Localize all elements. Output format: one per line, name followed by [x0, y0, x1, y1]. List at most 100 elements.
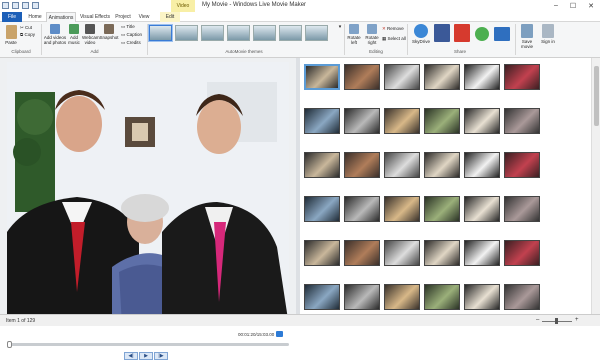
redo-icon[interactable]: [32, 2, 39, 9]
storyboard-clip-thumbnail[interactable]: [504, 284, 540, 310]
tab-visual-effects[interactable]: Visual Effects: [78, 12, 112, 22]
add-music-button[interactable]: Add music: [67, 24, 81, 45]
storyboard-clip-thumbnail[interactable]: [504, 64, 540, 90]
select-all-button[interactable]: ▦ Select all: [382, 36, 406, 41]
sign-in-button[interactable]: Sign in: [540, 24, 556, 44]
tab-view[interactable]: View: [136, 12, 152, 22]
next-frame-button[interactable]: |▶: [154, 352, 168, 360]
zoom-handle[interactable]: [555, 318, 558, 324]
music-icon: [69, 24, 79, 34]
title-button[interactable]: ▭ Title: [121, 24, 135, 29]
zoom-in-button[interactable]: +: [575, 317, 579, 323]
storyboard-clip-thumbnail[interactable]: [304, 284, 340, 310]
timecode-display: 00:01:20/15:03.00: [238, 332, 275, 337]
app-menu-icon[interactable]: [2, 2, 9, 9]
storyboard-scrollbar[interactable]: [591, 58, 600, 314]
scrollbar-thumb[interactable]: [594, 66, 599, 126]
storyboard-clip-thumbnail[interactable]: [384, 284, 420, 310]
seek-handle[interactable]: [7, 341, 12, 348]
storyboard-clip-thumbnail[interactable]: [344, 64, 380, 90]
storyboard-clip-thumbnail[interactable]: [344, 108, 380, 134]
theme-thumbnail[interactable]: [305, 25, 328, 41]
snapshot-label: Snapshot: [99, 35, 119, 40]
credits-button[interactable]: ▭ Credits: [121, 40, 141, 45]
storyboard-clip-thumbnail[interactable]: [424, 108, 460, 134]
theme-thumbnail[interactable]: [175, 25, 198, 41]
storyboard-clip-thumbnail[interactable]: [464, 64, 500, 90]
tab-home[interactable]: Home: [24, 12, 46, 22]
skydrive-button[interactable]: SkyDrive: [410, 24, 432, 44]
storyboard-clip-thumbnail[interactable]: [304, 64, 340, 90]
storyboard-clip-thumbnail[interactable]: [504, 108, 540, 134]
add-videos-photos-button[interactable]: Add videos and photos: [43, 24, 67, 45]
add-videos-label: Add videos and photos: [43, 35, 67, 45]
undo-icon[interactable]: [22, 2, 29, 9]
storyboard-clip-thumbnail[interactable]: [424, 64, 460, 90]
separator: [344, 24, 345, 55]
flickr-icon: [494, 27, 510, 41]
video-tools-context: Video Tools: [171, 0, 195, 21]
storyboard-clip-thumbnail[interactable]: [384, 152, 420, 178]
tab-edit[interactable]: Edit: [160, 12, 180, 22]
youtube-button[interactable]: [453, 24, 471, 43]
previous-frame-button[interactable]: ◀|: [124, 352, 138, 360]
groups-button[interactable]: [473, 27, 491, 42]
storyboard-clip-thumbnail[interactable]: [344, 196, 380, 222]
storyboard-clip-thumbnail[interactable]: [344, 240, 380, 266]
storyboard-clip-thumbnail[interactable]: [504, 240, 540, 266]
save-movie-button[interactable]: Save movie: [518, 24, 536, 49]
zoom-out-button[interactable]: –: [536, 317, 539, 323]
rotate-left-button[interactable]: Rotate left: [346, 24, 362, 45]
tab-file[interactable]: File: [2, 12, 22, 22]
copy-button[interactable]: ⧉ Copy: [20, 32, 35, 37]
zoom-slider[interactable]: – +: [528, 317, 584, 324]
webcam-video-button[interactable]: Webcam video: [82, 24, 100, 45]
minimize-button[interactable]: –: [554, 2, 558, 10]
storyboard-clip-thumbnail[interactable]: [304, 240, 340, 266]
storyboard-clip-thumbnail[interactable]: [344, 284, 380, 310]
storyboard-clip-thumbnail[interactable]: [384, 64, 420, 90]
facebook-button[interactable]: [433, 24, 451, 43]
storyboard-clip-thumbnail[interactable]: [344, 152, 380, 178]
caption-button[interactable]: ▭ Caption: [121, 32, 142, 37]
rotate-right-button[interactable]: Rotate right: [364, 24, 380, 45]
storyboard-clip-thumbnail[interactable]: [464, 284, 500, 310]
theme-thumbnail[interactable]: [253, 25, 276, 41]
theme-thumbnail[interactable]: [149, 25, 172, 41]
storyboard-clip-thumbnail[interactable]: [424, 284, 460, 310]
storyboard-clip-thumbnail[interactable]: [304, 152, 340, 178]
snapshot-button[interactable]: Snapshot: [99, 24, 119, 40]
storyboard-clip-thumbnail[interactable]: [504, 196, 540, 222]
maximize-button[interactable]: ☐: [570, 2, 576, 10]
storyboard-clip-thumbnail[interactable]: [424, 240, 460, 266]
storyboard-clip-thumbnail[interactable]: [464, 196, 500, 222]
seek-bar[interactable]: [7, 341, 289, 348]
save-icon[interactable]: [12, 2, 19, 9]
fullscreen-button[interactable]: [276, 331, 283, 337]
remove-button[interactable]: ✕ Remove: [382, 26, 404, 31]
play-button[interactable]: ▶: [139, 352, 153, 360]
close-button[interactable]: ✕: [588, 2, 594, 10]
flickr-button[interactable]: [493, 27, 511, 42]
storyboard-clip-thumbnail[interactable]: [304, 108, 340, 134]
storyboard-clip-thumbnail[interactable]: [384, 196, 420, 222]
add-videos-icon: [50, 24, 60, 34]
gallery-more-button[interactable]: ▾: [337, 25, 343, 30]
storyboard-clip-thumbnail[interactable]: [384, 108, 420, 134]
theme-thumbnail[interactable]: [279, 25, 302, 41]
storyboard-clip-thumbnail[interactable]: [464, 152, 500, 178]
theme-thumbnail[interactable]: [227, 25, 250, 41]
tab-animations[interactable]: Animations: [46, 12, 76, 22]
storyboard-clip-thumbnail[interactable]: [464, 240, 500, 266]
tab-project[interactable]: Project: [114, 12, 132, 22]
paste-button[interactable]: Paste: [4, 25, 18, 45]
storyboard-clip-thumbnail[interactable]: [384, 240, 420, 266]
cut-button[interactable]: ✂ Cut: [20, 25, 32, 30]
storyboard-clip-thumbnail[interactable]: [504, 152, 540, 178]
storyboard-clip-thumbnail[interactable]: [424, 152, 460, 178]
storyboard-clip-thumbnail[interactable]: [424, 196, 460, 222]
storyboard-clip-thumbnail[interactable]: [304, 196, 340, 222]
theme-thumbnail[interactable]: [201, 25, 224, 41]
storyboard-clip-thumbnail[interactable]: [464, 108, 500, 134]
video-preview[interactable]: [7, 62, 289, 326]
